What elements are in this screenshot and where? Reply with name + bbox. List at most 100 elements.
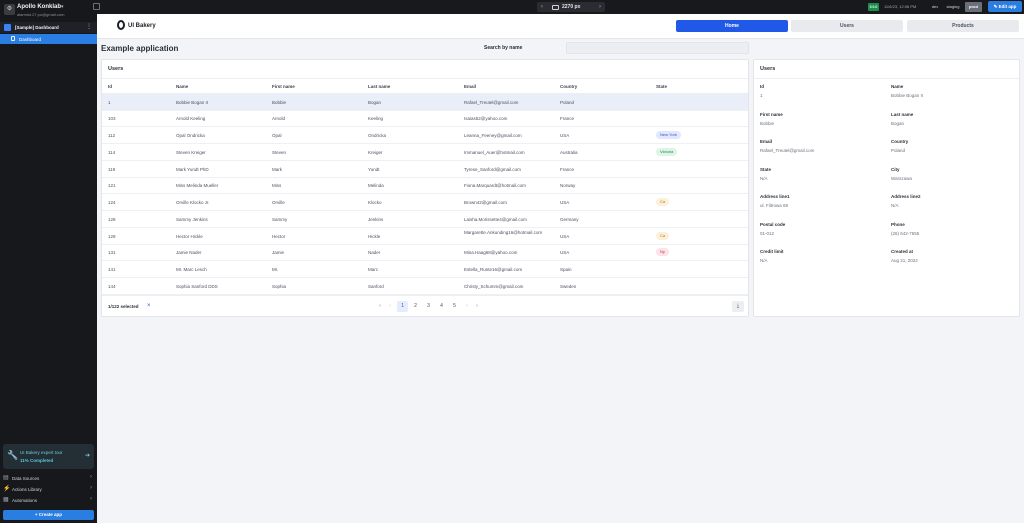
cell-id: 112 xyxy=(108,133,116,138)
chevron-left-icon[interactable]: ‹ xyxy=(541,2,543,12)
sidebar-item-data-sources[interactable]: ▤ Data Sources › xyxy=(3,474,94,484)
table-row[interactable]: 141 Mr. Marc Lesch Mr. Marc Estella_Runte16@… xyxy=(102,262,748,278)
page-button[interactable]: 2 xyxy=(410,301,421,312)
logo-text: UI Bakery xyxy=(128,23,156,29)
last-page-button[interactable]: » xyxy=(473,301,481,312)
env-prod[interactable]: prod xyxy=(965,2,982,12)
more-icon[interactable]: ⋮ xyxy=(86,23,92,30)
field-label: Phone xyxy=(891,221,905,227)
page-button[interactable]: 3 xyxy=(423,301,434,312)
field-value: Bogan xyxy=(891,120,905,126)
table-row[interactable]: 1 Bobbie Bogan II Bobbie Bogan Rafael_Treute… xyxy=(102,94,748,111)
arrow-right-icon: ➔ xyxy=(84,453,90,459)
sidebar-item-automations[interactable]: ▦ Automations › xyxy=(3,496,94,506)
cell-country: France xyxy=(560,116,575,122)
next-page-button[interactable]: › xyxy=(463,301,471,312)
cell-first-name: Mr. xyxy=(272,267,279,272)
table-row[interactable]: 144 Sophia Sanford DDS Sophia Sanford Christ… xyxy=(102,278,748,295)
cell-country: USA xyxy=(560,133,570,138)
search-label: Search by name xyxy=(484,45,523,51)
cell-last-name: Sanford xyxy=(368,283,384,289)
field-label: Address line2 xyxy=(891,194,921,199)
cell-country: USA xyxy=(560,200,570,205)
cell-country: USA xyxy=(560,233,570,239)
cell-last-name: Keeling xyxy=(368,116,384,122)
table-row[interactable]: 131 Jamie Nader Jamie Nader Mina.Haag68@yaho… xyxy=(102,245,748,262)
page-button[interactable]: 4 xyxy=(436,301,447,312)
table-row[interactable]: 103 Arnold Keeling Arnold Keeling Isaias52@y… xyxy=(102,111,748,128)
wrench-icon: 🔧 xyxy=(7,450,19,460)
clear-selection-icon[interactable]: × xyxy=(147,303,151,309)
device-width-switcher[interactable]: ‹ 2270 px › xyxy=(537,2,605,12)
state-badge: Ca xyxy=(656,198,670,206)
workspace-email: alarmist.27.po@gmail.com xyxy=(17,12,65,17)
field-label: Last name xyxy=(891,111,914,117)
expert-tour-card[interactable]: 🔧 UI Bakery expert tour 11% Completed ➔ xyxy=(3,444,94,469)
field-value: 1 xyxy=(760,93,763,98)
download-icon[interactable]: ⤓ xyxy=(732,301,744,312)
column-header[interactable]: State xyxy=(656,84,667,89)
field-value: Aug 21, 2022 xyxy=(891,258,918,263)
canvas-width: 2270 px xyxy=(562,4,581,10)
cell-id: 129 xyxy=(108,233,116,239)
create-app-button[interactable]: + Create app xyxy=(3,510,94,520)
table-row[interactable]: 124 Orville Klocko Jr. Orville Klocko Brown4… xyxy=(102,195,748,211)
cell-name: Jamie Nader xyxy=(176,250,202,256)
column-header[interactable]: Country xyxy=(560,84,577,89)
column-header[interactable]: Name xyxy=(176,84,188,89)
chevron-right-icon[interactable]: › xyxy=(599,2,601,12)
sidebar-item-dashboard[interactable]: Dashboard xyxy=(0,34,97,44)
app-label: [Sample] Dashboard xyxy=(15,24,59,30)
cell-first-name: Arnold xyxy=(272,116,286,122)
nav-products-button[interactable]: Products xyxy=(907,20,1019,32)
cell-id: 131 xyxy=(108,250,116,256)
edit-app-button[interactable]: ✎ Edit app xyxy=(988,1,1022,12)
column-header[interactable]: Last name xyxy=(368,84,390,89)
table-row[interactable]: 119 Mark Yundt PhD Mark Yundt Tyrese_Sanford… xyxy=(102,161,748,178)
cell-first-name: Hector xyxy=(272,233,286,239)
cell-id: 121 xyxy=(108,183,116,189)
version-badge[interactable]: 0.0.0 xyxy=(868,3,879,11)
search-input[interactable] xyxy=(566,42,749,54)
cell-email: Estella_Runte16@gmail.com xyxy=(464,267,523,272)
sidebar-app-item[interactable]: [Sample] Dashboard ⋮ xyxy=(0,22,97,33)
actions-icon: ⚡ xyxy=(3,486,11,492)
cell-name: Mark Yundt PhD xyxy=(176,166,209,172)
workspace-switcher[interactable]: ⚙ Apollo Konklab ▾ alarmist.27.po@gmail.… xyxy=(4,3,94,19)
cell-name: Opal Ondricka xyxy=(176,133,205,138)
cell-first-name: Opal xyxy=(272,133,282,138)
nav-users-button[interactable]: Users xyxy=(791,20,903,32)
table-row[interactable]: 129 Hector Hickle Hector Hickle Margarette.A… xyxy=(102,228,748,245)
table-row[interactable]: 121 Miss Melinda Mueller Miss Melinda Fiona.… xyxy=(102,178,748,195)
column-header[interactable]: Id xyxy=(108,84,112,89)
page-button[interactable]: 1 xyxy=(397,301,408,312)
table-row[interactable]: 112 Opal Ondricka Opal Ondricka Leanna_Feene… xyxy=(102,128,748,144)
field-label: Created at xyxy=(891,249,914,254)
column-header[interactable]: First name xyxy=(272,84,295,89)
table-row[interactable]: 128 Sammy Jenkins Sammy Jenkins Laisha.Moris… xyxy=(102,211,748,228)
table-row[interactable]: 114 Steven Kreiger Steven Kreiger Immanuel_A… xyxy=(102,144,748,161)
cell-first-name: Orville xyxy=(272,200,285,205)
cell-last-name: Ondricka xyxy=(368,133,387,138)
cell-name: Hector Hickle xyxy=(176,233,203,239)
nav-home-button[interactable]: Home xyxy=(676,20,788,32)
cell-name: Steven Kreiger xyxy=(176,149,206,155)
cell-country: Norway xyxy=(560,183,576,189)
app-icon xyxy=(4,24,11,31)
user-details-card: Users Id 1 Name Bobbie Bogan II First name Bo… xyxy=(753,59,1020,317)
cell-country: Spain xyxy=(560,267,572,272)
field-label: Country xyxy=(891,139,909,144)
env-staging[interactable]: staging xyxy=(942,2,964,12)
prev-page-button[interactable]: ‹ xyxy=(386,301,394,312)
sidebar-item-actions-library[interactable]: ⚡ Actions Library › xyxy=(3,485,94,495)
column-header[interactable]: Email xyxy=(464,84,476,89)
cell-id: 144 xyxy=(108,283,116,289)
cell-id: 103 xyxy=(108,116,116,122)
env-dev[interactable]: dev xyxy=(929,2,941,12)
cell-email: Mina.Haag68@yahoo.com xyxy=(464,250,518,256)
page-button[interactable]: 5 xyxy=(449,301,460,312)
sidebar-toggle-icon[interactable] xyxy=(93,3,100,10)
first-page-button[interactable]: « xyxy=(376,301,384,312)
editor-topbar: ‹ 2270 px › 0.0.0 11/6/23, 12:06 PM dev … xyxy=(93,0,1024,14)
cell-first-name: Mark xyxy=(272,166,282,172)
